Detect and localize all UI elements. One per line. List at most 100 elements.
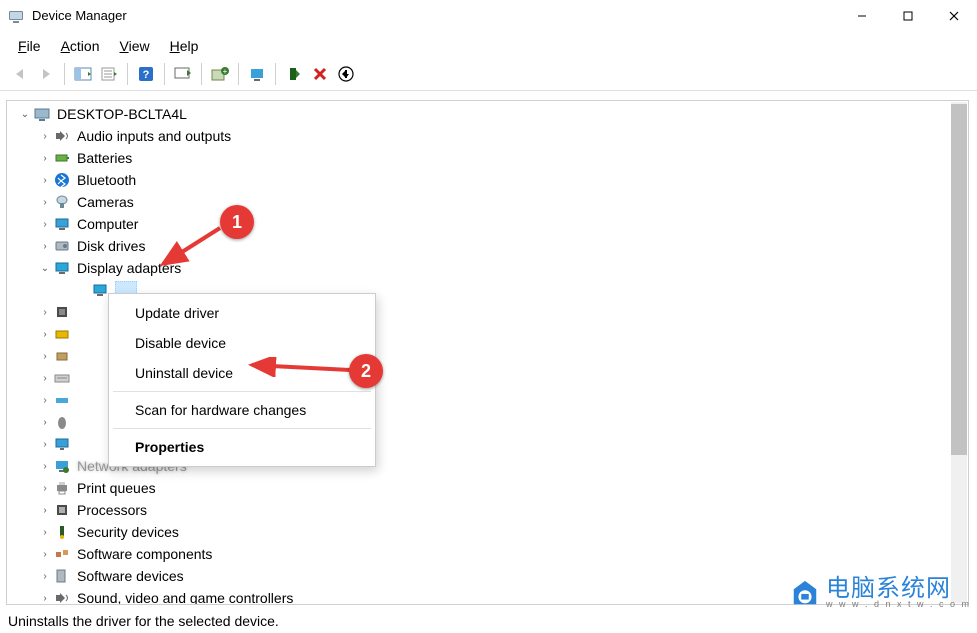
collapse-arrow-icon[interactable]: › bbox=[37, 351, 53, 362]
tree-category-battery[interactable]: ›Batteries bbox=[7, 147, 968, 169]
menu-file-rest: ile bbox=[27, 38, 41, 54]
collapse-arrow-icon[interactable]: › bbox=[37, 329, 53, 340]
tree-category-component[interactable]: › Software components bbox=[7, 543, 968, 565]
toolbar-separator bbox=[164, 63, 165, 85]
computer-icon bbox=[53, 215, 71, 233]
watermark-logo-icon bbox=[790, 578, 820, 608]
toolbar-separator bbox=[127, 63, 128, 85]
collapse-arrow-icon[interactable]: › bbox=[37, 593, 53, 604]
toolbar-uninstall-button[interactable] bbox=[308, 62, 332, 86]
collapse-arrow-icon[interactable]: › bbox=[37, 373, 53, 384]
context-menu-separator bbox=[113, 428, 371, 429]
collapse-arrow-icon[interactable]: › bbox=[37, 219, 53, 230]
collapse-arrow-icon[interactable]: › bbox=[37, 395, 53, 406]
toolbar-install-legacy-button[interactable]: + bbox=[208, 62, 232, 86]
computer-icon bbox=[33, 105, 51, 123]
sound-icon bbox=[53, 589, 71, 604]
context-menu-separator bbox=[113, 391, 371, 392]
annotation-marker-1-label: 1 bbox=[232, 212, 242, 233]
camera-icon bbox=[53, 193, 71, 211]
vertical-scrollbar[interactable] bbox=[951, 102, 967, 603]
mouse-icon bbox=[53, 413, 71, 431]
collapse-arrow-icon[interactable]: › bbox=[37, 417, 53, 428]
minimize-button[interactable] bbox=[839, 0, 885, 32]
tree-category-disk[interactable]: › Disk drives bbox=[7, 235, 968, 257]
collapse-arrow-icon[interactable]: › bbox=[37, 197, 53, 208]
tree-category-cpu[interactable]: ›Processors bbox=[7, 499, 968, 521]
tree-category-label: Disk drives bbox=[77, 238, 145, 254]
collapse-arrow-icon[interactable]: › bbox=[37, 439, 53, 450]
tree-category-bluetooth[interactable]: › Bluetooth bbox=[7, 169, 968, 191]
collapse-arrow-icon[interactable]: › bbox=[37, 241, 53, 252]
expand-arrow-icon[interactable]: ⌄ bbox=[37, 263, 53, 274]
tree-category-label: Sound, video and game controllers bbox=[77, 590, 293, 604]
collapse-arrow-icon[interactable]: › bbox=[37, 307, 53, 318]
hid-icon bbox=[53, 325, 71, 343]
tree-category-speaker[interactable]: ›Audio inputs and outputs bbox=[7, 125, 968, 147]
network-icon bbox=[53, 457, 71, 475]
chip-icon bbox=[53, 303, 71, 321]
tree-category-display[interactable]: ⌄ Display adapters bbox=[7, 257, 968, 279]
tree-root-label: DESKTOP-BCLTA4L bbox=[57, 106, 187, 122]
annotation-marker-2: 2 bbox=[349, 354, 383, 388]
toolbar-help-button[interactable]: ? bbox=[134, 62, 158, 86]
collapse-arrow-icon[interactable]: › bbox=[37, 175, 53, 186]
watermark-text: 电脑系统网 bbox=[826, 577, 971, 601]
svg-text:?: ? bbox=[143, 69, 150, 81]
toolbar-properties-button[interactable] bbox=[97, 62, 121, 86]
collapse-arrow-icon[interactable]: › bbox=[37, 153, 53, 164]
tree-category-label: Display adapters bbox=[77, 260, 181, 276]
maximize-button[interactable] bbox=[885, 0, 931, 32]
close-button[interactable] bbox=[931, 0, 977, 32]
menu-help[interactable]: Help bbox=[160, 34, 209, 58]
disk-icon bbox=[53, 237, 71, 255]
toolbar-scan-button[interactable] bbox=[245, 62, 269, 86]
toolbar-update-button[interactable] bbox=[171, 62, 195, 86]
menu-help-rest: elp bbox=[180, 38, 199, 54]
tree-category-label: Security devices bbox=[77, 524, 179, 540]
collapse-arrow-icon[interactable]: › bbox=[37, 131, 53, 142]
collapse-arrow-icon[interactable]: › bbox=[37, 549, 53, 560]
context-menu-disable-device[interactable]: Disable device bbox=[109, 328, 375, 358]
menu-view[interactable]: View bbox=[110, 34, 160, 58]
collapse-arrow-icon[interactable]: › bbox=[37, 527, 53, 538]
watermark: 电脑系统网 w w w . d n x t w . c o m bbox=[790, 577, 971, 609]
app-icon bbox=[8, 8, 24, 24]
softdevice-icon bbox=[53, 567, 71, 585]
component-icon bbox=[53, 545, 71, 563]
bluetooth-icon bbox=[53, 171, 71, 189]
menu-action[interactable]: Action bbox=[51, 34, 110, 58]
toolbar-separator bbox=[238, 63, 239, 85]
context-menu-scan-hardware[interactable]: Scan for hardware changes bbox=[109, 395, 375, 425]
toolbar-back-button[interactable] bbox=[8, 62, 32, 86]
collapse-arrow-icon[interactable]: › bbox=[37, 571, 53, 582]
expand-arrow-icon[interactable]: ⌄ bbox=[17, 109, 33, 120]
context-menu-properties[interactable]: Properties bbox=[109, 432, 375, 462]
toolbar-show-tree-button[interactable] bbox=[71, 62, 95, 86]
toolbar-add-drivers-button[interactable] bbox=[334, 62, 358, 86]
toolbar-forward-button[interactable] bbox=[34, 62, 58, 86]
context-menu-uninstall-device[interactable]: Uninstall device bbox=[109, 358, 375, 388]
toolbar-enable-button[interactable] bbox=[282, 62, 306, 86]
scrollbar-thumb[interactable] bbox=[951, 104, 967, 455]
menu-file[interactable]: File bbox=[8, 34, 51, 58]
tree-category-label: Software devices bbox=[77, 568, 184, 584]
tree-root[interactable]: ⌄ DESKTOP-BCLTA4L bbox=[7, 103, 968, 125]
display-icon bbox=[91, 281, 109, 299]
tree-category-label: Bluetooth bbox=[77, 172, 136, 188]
tree-category-camera[interactable]: ›Cameras bbox=[7, 191, 968, 213]
monitor-icon bbox=[53, 435, 71, 453]
tree-category-label: Software components bbox=[77, 546, 212, 562]
collapse-arrow-icon[interactable]: › bbox=[37, 461, 53, 472]
tree-category-security[interactable]: › Security devices bbox=[7, 521, 968, 543]
svg-text:+: + bbox=[223, 67, 228, 76]
cpu-icon bbox=[53, 501, 71, 519]
collapse-arrow-icon[interactable]: › bbox=[37, 483, 53, 494]
tree-category-printer[interactable]: › Print queues bbox=[7, 477, 968, 499]
tree-category-computer[interactable]: ›Computer bbox=[7, 213, 968, 235]
collapse-arrow-icon[interactable]: › bbox=[37, 505, 53, 516]
tree-category-label: Print queues bbox=[77, 480, 156, 496]
context-menu-update-driver[interactable]: Update driver bbox=[109, 298, 375, 328]
annotation-marker-1: 1 bbox=[220, 205, 254, 239]
printer-icon bbox=[53, 479, 71, 497]
